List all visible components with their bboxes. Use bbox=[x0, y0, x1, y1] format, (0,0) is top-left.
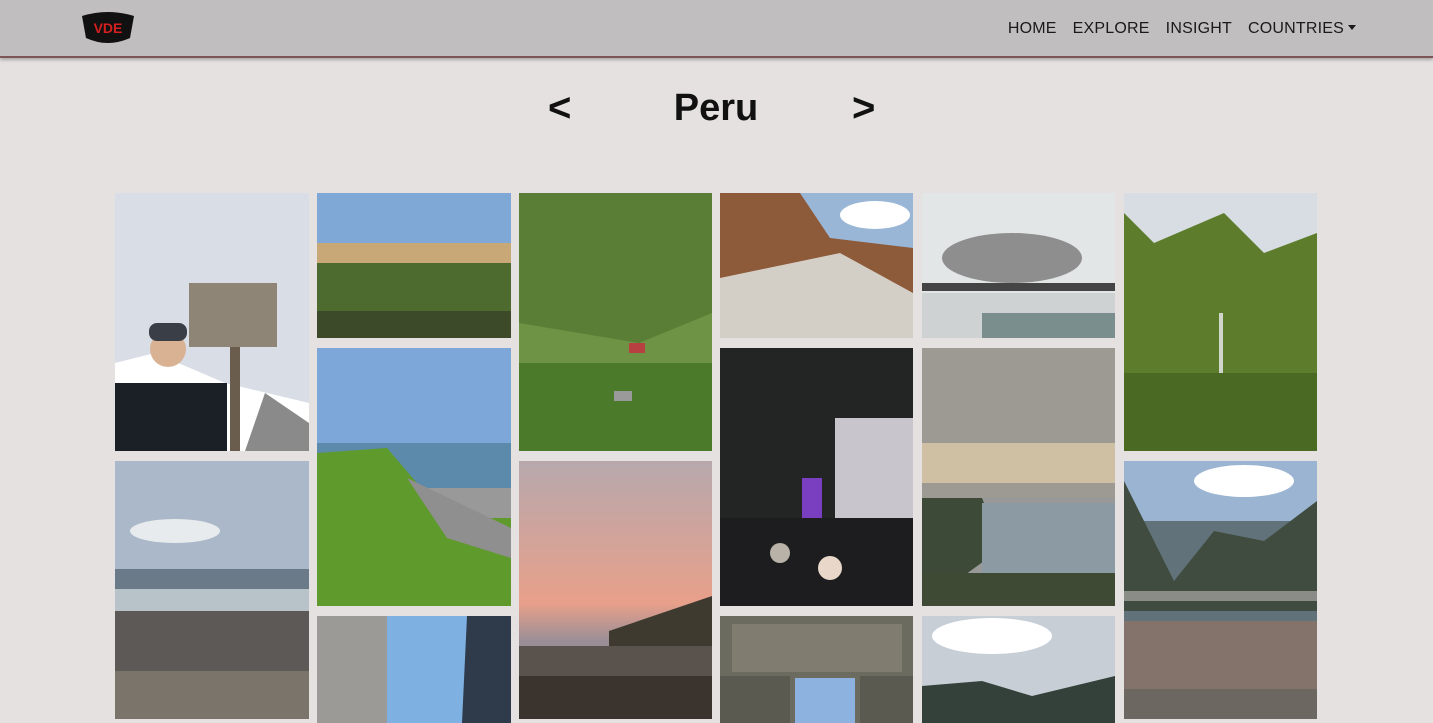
nav-explore[interactable]: EXPLORE bbox=[1073, 20, 1150, 38]
photo-thumbnail[interactable] bbox=[115, 461, 309, 719]
photo-thumbnail[interactable] bbox=[519, 461, 712, 719]
photo-thumbnail[interactable] bbox=[519, 193, 712, 451]
nav-countries-label: COUNTRIES bbox=[1247, 20, 1344, 37]
photo-thumbnail[interactable] bbox=[922, 616, 1115, 723]
photo-thumbnail[interactable] bbox=[720, 348, 913, 606]
country-title: Peru bbox=[673, 87, 759, 129]
svg-text:VDE: VDE bbox=[94, 20, 123, 36]
photo-thumbnail[interactable] bbox=[720, 193, 913, 338]
photo-thumbnail[interactable] bbox=[720, 616, 913, 723]
photo-thumbnail[interactable] bbox=[317, 616, 511, 723]
photo-thumbnail[interactable] bbox=[317, 348, 511, 606]
photo-thumbnail[interactable] bbox=[922, 348, 1115, 606]
photo-thumbnail[interactable] bbox=[1124, 193, 1317, 451]
country-title-row: < Peru > bbox=[0, 78, 1433, 138]
nav-home[interactable]: HOME bbox=[1008, 20, 1057, 38]
photo-thumbnail[interactable] bbox=[1124, 461, 1317, 719]
prev-country-button[interactable]: < bbox=[548, 78, 571, 138]
nav-insight[interactable]: INSIGHT bbox=[1166, 20, 1232, 38]
photo-thumbnail[interactable] bbox=[115, 193, 309, 451]
photo-thumbnail[interactable] bbox=[922, 193, 1115, 338]
next-country-button[interactable]: > bbox=[852, 78, 875, 138]
navbar: VDE HOME EXPLORE INSIGHT COUNTRIES bbox=[0, 0, 1433, 58]
main-nav: HOME EXPLORE INSIGHT COUNTRIES bbox=[1008, 0, 1356, 58]
nav-countries-dropdown[interactable]: COUNTRIES bbox=[1248, 20, 1356, 38]
caret-down-icon bbox=[1348, 25, 1356, 30]
photo-thumbnail[interactable] bbox=[317, 193, 511, 338]
vde-logo[interactable]: VDE bbox=[78, 10, 138, 46]
